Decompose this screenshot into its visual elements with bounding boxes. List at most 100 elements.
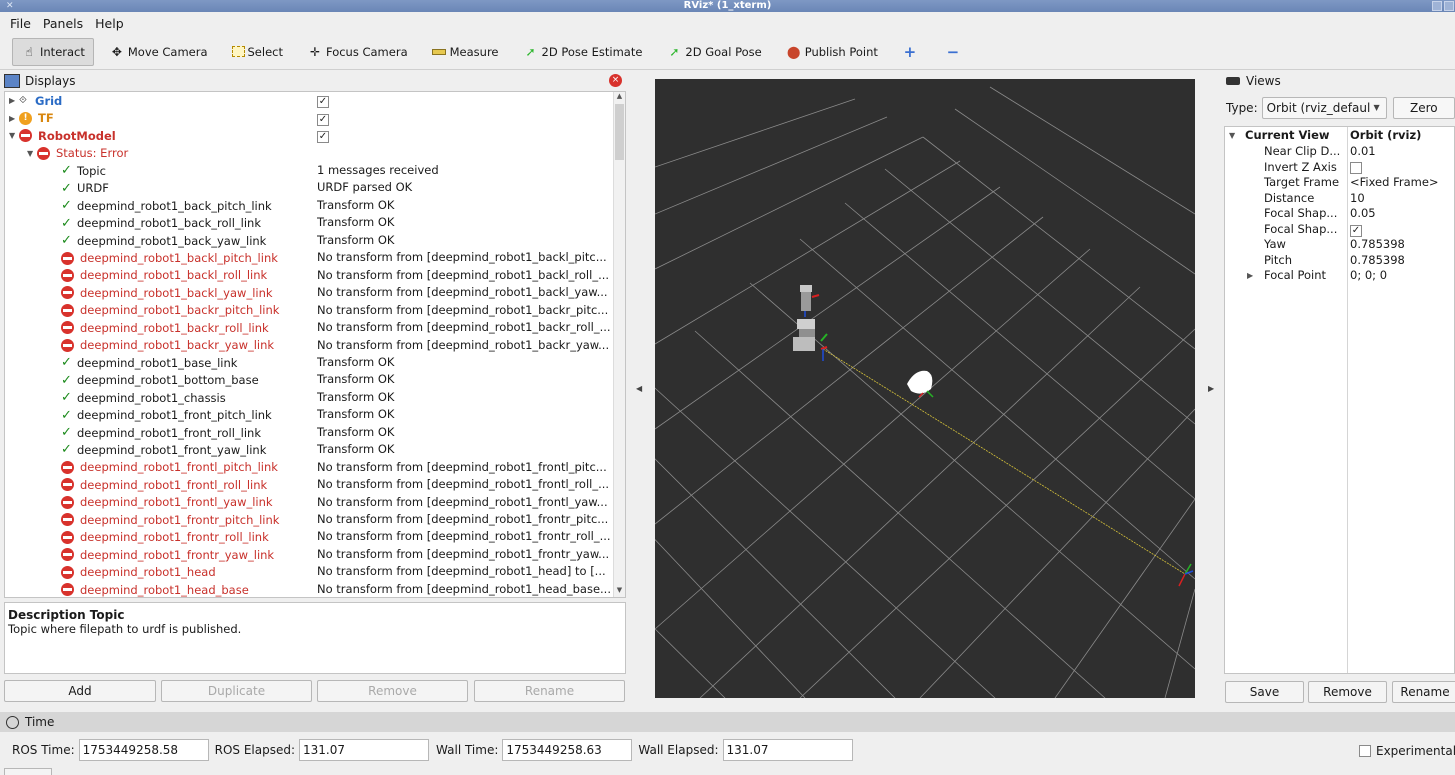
display-robotmodel-row[interactable]: ▼ RobotModel ✓ [5,127,617,145]
scrollbar-thumb[interactable] [615,104,624,160]
remove-view-button[interactable]: Remove [1308,681,1387,703]
displays-scrollbar[interactable]: ▲ ▼ [613,92,625,597]
view-type-dropdown[interactable]: Orbit (rviz_defaul ▼ [1261,97,1387,119]
status-row[interactable]: deepmind_robot1_frontl_yaw_link No transf… [5,494,617,512]
error-icon [61,460,74,474]
status-row[interactable]: deepmind_robot1_frontl_pitch_link No tran… [5,459,617,477]
status-row[interactable]: ✓ deepmind_robot1_chassis Transform OK [5,389,617,407]
view-property-value[interactable]: 10 [1350,191,1365,207]
status-row-value: Transform OK [317,424,395,439]
ros-elapsed-field[interactable]: 131.07 [299,739,430,761]
ros-time-field[interactable]: 1753449258.58 [78,739,209,761]
view-property-row[interactable]: Focal Shap... 0.05 [1225,206,1454,222]
menu-help[interactable]: Help [89,16,130,31]
status-row[interactable]: deepmind_robot1_frontl_roll_link No trans… [5,476,617,494]
close-panel-icon[interactable]: × [609,74,622,87]
view-property-value[interactable]: 0; 0; 0 [1350,268,1387,284]
move-camera-tool-button[interactable]: ✥ Move Camera [100,38,217,66]
status-row[interactable]: ✓ deepmind_robot1_front_pitch_link Transfo… [5,406,617,424]
measure-tool-button[interactable]: Measure [423,38,508,66]
status-row[interactable]: deepmind_robot1_frontr_roll_link No trans… [5,528,617,546]
remove-display-button[interactable]: Remove [317,680,468,702]
status-row[interactable]: deepmind_robot1_frontr_yaw_link No transf… [5,546,617,564]
display-grid-row[interactable]: ▶ ⟐ Grid ✓ [5,92,617,110]
status-row[interactable]: deepmind_robot1_backr_yaw_link No transfo… [5,337,617,355]
scroll-up-arrow-icon[interactable]: ▲ [615,92,624,102]
rename-display-button[interactable]: Rename [474,680,625,702]
status-row[interactable]: deepmind_robot1_backl_pitch_link No trans… [5,249,617,267]
status-row[interactable]: deepmind_robot1_backr_roll_link No transf… [5,319,617,337]
status-row[interactable]: ✓ deepmind_robot1_back_pitch_link Transfor… [5,197,617,215]
add-tool-button[interactable]: + [893,38,930,66]
view-property-row[interactable]: ▶ Focal Point 0; 0; 0 [1225,268,1454,284]
view-property-value[interactable]: <Fixed Frame> [1350,175,1439,191]
pose-estimate-tool-button[interactable]: ➚ 2D Pose Estimate [514,38,652,66]
view-property-row[interactable]: Focal Shap... ✓ [1225,222,1454,238]
status-row[interactable]: ✓ deepmind_robot1_base_link Transform OK [5,354,617,372]
status-error-row[interactable]: ▼ Status: Error [5,145,617,163]
wall-elapsed-field[interactable]: 131.07 [722,739,853,761]
close-window-icon[interactable] [1444,1,1454,11]
view-property-row[interactable]: Pitch 0.785398 [1225,253,1454,269]
view-property-value[interactable]: 0.05 [1350,206,1376,222]
zero-button[interactable]: Zero [1392,97,1455,119]
collapse-arrow-icon[interactable]: ▼ [9,131,19,140]
remove-tool-button[interactable]: − [936,38,973,66]
status-row[interactable]: deepmind_robot1_frontr_pitch_link No tran… [5,511,617,529]
expand-arrow-icon[interactable]: ▶ [9,114,19,123]
grid-enabled-checkbox[interactable]: ✓ [317,96,329,108]
status-row[interactable]: deepmind_robot1_head_base No transform fr… [5,581,617,597]
status-row[interactable]: deepmind_robot1_backl_roll_link No transf… [5,267,617,285]
property-checkbox[interactable]: ✓ [1350,224,1362,237]
status-row[interactable]: deepmind_robot1_backr_pitch_link No trans… [5,302,617,320]
view-property-row[interactable]: Near Clip D... 0.01 [1225,144,1454,160]
status-row[interactable]: ✓ URDF URDF parsed OK [5,179,617,197]
menu-panels[interactable]: Panels [37,16,89,31]
publish-point-tool-button[interactable]: ⬤ Publish Point [777,38,887,66]
duplicate-display-button[interactable]: Duplicate [161,680,312,702]
expand-arrow-icon[interactable]: ▶ [1247,268,1253,284]
scroll-down-arrow-icon[interactable]: ▼ [615,586,624,596]
collapse-right-arrow-icon[interactable]: ▶ [1208,384,1214,393]
view-property-value[interactable]: 0.01 [1350,144,1376,160]
rename-view-button[interactable]: Rename [1392,681,1455,703]
view-property-row[interactable]: Invert Z Axis [1225,160,1454,176]
window-menu-icon[interactable]: ✕ [6,0,14,12]
select-tool-button[interactable]: Select [223,38,292,66]
reset-button-edge[interactable] [4,768,52,775]
add-display-button[interactable]: Add [4,680,156,702]
current-view-row[interactable]: ▼ Current View Orbit (rviz) [1225,128,1454,144]
status-row[interactable]: deepmind_robot1_head No transform from [d… [5,563,617,581]
status-row[interactable]: ✓ deepmind_robot1_back_yaw_link Transform … [5,232,617,250]
collapse-arrow-icon[interactable]: ▼ [27,149,37,158]
collapse-arrow-icon[interactable]: ▼ [1229,128,1235,144]
status-row[interactable]: ✓ deepmind_robot1_back_roll_link Transform… [5,214,617,232]
tf-enabled-checkbox[interactable]: ✓ [317,113,329,126]
focus-camera-tool-button[interactable]: ✛ Focus Camera [298,38,417,66]
save-view-button[interactable]: Save [1225,681,1304,703]
display-tf-row[interactable]: ▶! TF ✓ [5,110,617,128]
status-row[interactable]: ✓ Topic 1 messages received [5,162,617,180]
expand-arrow-icon[interactable]: ▶ [9,96,19,105]
robotmodel-enabled-checkbox[interactable]: ✓ [317,131,329,143]
status-row[interactable]: ✓ deepmind_robot1_front_yaw_link Transform… [5,441,617,459]
minimize-icon[interactable] [1432,1,1442,11]
status-row[interactable]: ✓ deepmind_robot1_bottom_base Transform OK [5,371,617,389]
view-property-row[interactable]: Target Frame <Fixed Frame> [1225,175,1454,191]
view-property-value[interactable]: ✓ [1350,222,1362,238]
status-row[interactable]: ✓ deepmind_robot1_front_roll_link Transfor… [5,424,617,442]
view-property-value[interactable]: 0.785398 [1350,253,1405,269]
experimental-checkbox[interactable] [1359,745,1371,757]
render-viewport[interactable] [655,79,1195,698]
menu-file[interactable]: File [4,16,37,31]
status-row[interactable]: deepmind_robot1_backl_yaw_link No transfo… [5,284,617,302]
view-property-row[interactable]: Yaw 0.785398 [1225,237,1454,253]
goal-pose-tool-button[interactable]: ➚ 2D Goal Pose [657,38,770,66]
collapse-left-arrow-icon[interactable]: ◀ [636,384,642,393]
property-checkbox[interactable] [1350,161,1362,174]
view-property-value[interactable]: 0.785398 [1350,237,1405,253]
view-property-row[interactable]: Distance 10 [1225,191,1454,207]
interact-tool-button[interactable]: ☝ Interact [12,37,94,66]
experimental-toggle[interactable]: Experimental [1359,744,1455,758]
wall-time-field[interactable]: 1753449258.63 [502,739,633,761]
